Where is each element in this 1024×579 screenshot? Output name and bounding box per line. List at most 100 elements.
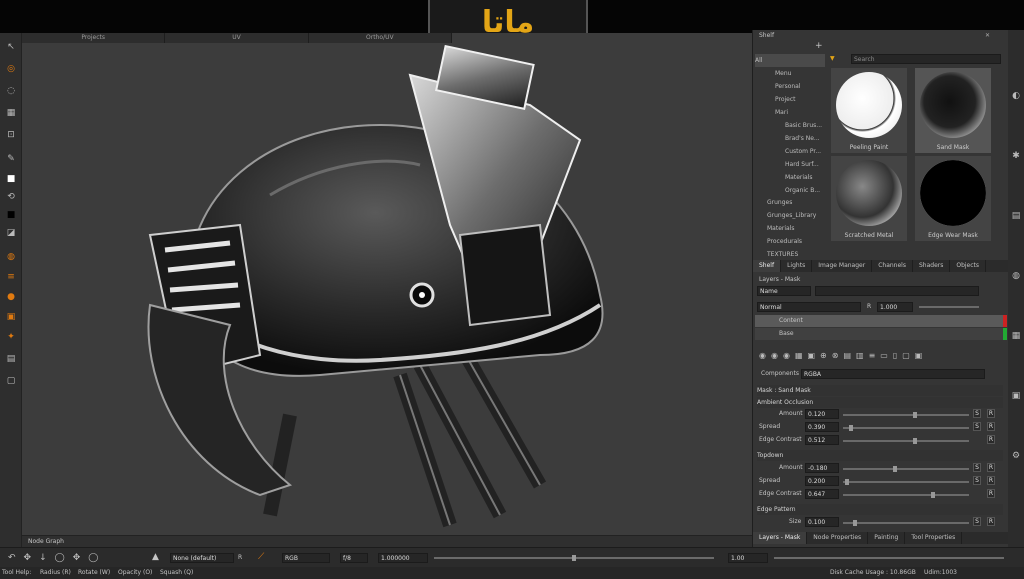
shader-side-icon[interactable]: ◍: [1010, 270, 1022, 282]
white-swatch-icon[interactable]: ■: [5, 173, 17, 185]
layer-name-filter[interactable]: Name: [757, 286, 811, 296]
contrast-icon[interactable]: ◪: [5, 227, 17, 239]
tree-item-materials[interactable]: Materials: [785, 171, 813, 184]
tree-item-basic-brushes[interactable]: Basic Brus...: [785, 119, 822, 132]
tab-painting[interactable]: Painting: [868, 532, 906, 544]
tree-item-brads[interactable]: Brad's Ne...: [785, 132, 820, 145]
thumb-sand-mask[interactable]: Sand Mask: [915, 68, 991, 153]
tab-projects[interactable]: Projects: [22, 33, 166, 43]
ep-size-field[interactable]: 0.100: [805, 517, 839, 527]
tab-lights[interactable]: Lights: [781, 260, 813, 272]
settings-side-icon[interactable]: ⚙: [1010, 450, 1022, 462]
select-icon[interactable]: ↖: [5, 41, 17, 53]
thumb-edge-wear-mask[interactable]: Edge Wear Mask: [915, 156, 991, 241]
td-spread-slider[interactable]: [843, 479, 969, 485]
orb-icon[interactable]: ●: [5, 291, 17, 303]
layer-opacity-field[interactable]: 1.000: [877, 302, 913, 312]
black-swatch-icon[interactable]: ■: [5, 209, 17, 221]
td-edge-r-button[interactable]: R: [987, 489, 995, 498]
node-graph-bar[interactable]: Node Graph: [22, 535, 752, 547]
td-amount-s-button[interactable]: S: [973, 463, 981, 472]
exposure-field[interactable]: 1.000000: [378, 553, 428, 563]
tab-node-properties[interactable]: Node Properties: [807, 532, 869, 544]
layers-side-icon[interactable]: ▤: [1010, 210, 1022, 222]
tree-item-grunges[interactable]: Grunges: [767, 196, 792, 209]
td-amount-field[interactable]: -0.180: [805, 463, 839, 473]
layer-row-content[interactable]: Content: [755, 315, 1007, 327]
td-spread-r-button[interactable]: R: [987, 476, 995, 485]
ao-edge-contrast-field[interactable]: 0.512: [805, 435, 839, 445]
image-side-icon[interactable]: ▣: [1010, 390, 1022, 402]
swap-icon[interactable]: ⟲: [5, 191, 17, 203]
add-shelf-icon[interactable]: +: [815, 40, 823, 52]
nav-tool-icons[interactable]: ↶✥↓◯✥◯: [8, 552, 106, 564]
tree-item-hard-surface[interactable]: Hard Surf...: [785, 158, 819, 171]
section-topdown[interactable]: Topdown: [757, 450, 1003, 461]
tab-ortho-uv[interactable]: Ortho/UV: [309, 33, 452, 43]
blend-mode-select[interactable]: Normal: [757, 302, 861, 312]
thumb-scratched-metal[interactable]: Scratched Metal: [831, 156, 907, 241]
tree-item-personal[interactable]: Personal: [775, 80, 801, 93]
tab-channels[interactable]: Channels: [872, 260, 913, 272]
tab-uv[interactable]: UV: [165, 33, 309, 43]
stamp-icon[interactable]: ▤: [5, 353, 17, 365]
tree-item-procedurals[interactable]: Procedurals: [767, 235, 802, 248]
td-spread-s-button[interactable]: S: [973, 476, 981, 485]
transform-icon[interactable]: ⊡: [5, 129, 17, 141]
components-select[interactable]: RGBA: [801, 369, 985, 379]
section-edge-pattern[interactable]: Edge Pattern: [757, 504, 1003, 515]
shelf-search-input[interactable]: Search: [851, 54, 1001, 64]
tab-image-manager[interactable]: Image Manager: [812, 260, 873, 272]
tree-item-mari[interactable]: Mari: [775, 106, 788, 119]
opacity-slider[interactable]: [919, 306, 979, 308]
eyedropper-icon[interactable]: ✎: [5, 153, 17, 165]
thumb-peeling-paint[interactable]: Peeling Paint: [831, 68, 907, 153]
tree-item-project[interactable]: Project: [775, 93, 796, 106]
ao-amount-s-button[interactable]: S: [973, 409, 981, 418]
ao-spread-slider[interactable]: [843, 425, 969, 431]
lasso-icon[interactable]: ◌: [5, 85, 17, 97]
bulb-icon[interactable]: ✱: [1010, 150, 1022, 162]
tab-shelf[interactable]: Shelf: [753, 260, 782, 272]
td-edge-contrast-slider[interactable]: [843, 492, 969, 498]
color-pick-icon[interactable]: ⟋: [258, 551, 264, 563]
ep-size-slider[interactable]: [843, 520, 969, 526]
layers-icon[interactable]: ≡: [5, 271, 17, 283]
tab-objects[interactable]: Objects: [950, 260, 987, 272]
td-edge-contrast-field[interactable]: 0.647: [805, 489, 839, 499]
grid-side-icon[interactable]: ▦: [1010, 330, 1022, 342]
td-spread-field[interactable]: 0.200: [805, 476, 839, 486]
helmet-model[interactable]: [120, 45, 620, 535]
sparkle-icon[interactable]: ✦: [5, 331, 17, 343]
fill-icon[interactable]: ◍: [5, 251, 17, 263]
mask-icon[interactable]: ▣: [5, 311, 17, 323]
layer-row-base[interactable]: Base: [755, 328, 1007, 340]
paint-brush-icon[interactable]: ◎: [5, 63, 17, 75]
tab-layers-mask[interactable]: Layers - Mask: [753, 532, 808, 544]
frame-icon[interactable]: ▢: [5, 375, 17, 387]
ao-spread-r-button[interactable]: R: [987, 422, 995, 431]
grid-icon[interactable]: ▦: [5, 107, 17, 119]
td-amount-slider[interactable]: [843, 466, 969, 472]
ep-size-s-button[interactable]: S: [973, 517, 981, 526]
layer-filter-input[interactable]: [815, 286, 979, 296]
preset-select[interactable]: None (default): [170, 553, 234, 563]
layer-toolbar-icons[interactable]: ◉◉◉▦▣⊕⊗▤▥≡▭▯▢▣: [759, 350, 927, 362]
ao-amount-slider[interactable]: [843, 412, 969, 418]
panel-close-icon[interactable]: ✕: [985, 30, 990, 42]
ao-spread-s-button[interactable]: S: [973, 422, 981, 431]
ao-edge-contrast-slider[interactable]: [843, 438, 969, 444]
ao-amount-field[interactable]: 0.120: [805, 409, 839, 419]
gamma-field[interactable]: 1.00: [728, 553, 768, 563]
filter-icon[interactable]: ▼: [830, 53, 835, 65]
tree-item-all[interactable]: All: [755, 54, 825, 67]
gamma-slider[interactable]: [774, 557, 1004, 559]
tab-tool-properties[interactable]: Tool Properties: [905, 532, 963, 544]
td-amount-r-button[interactable]: R: [987, 463, 995, 472]
channel-mode-select[interactable]: RGB: [282, 553, 330, 563]
ep-size-r-button[interactable]: R: [987, 517, 995, 526]
palette-icon[interactable]: ◐: [1010, 90, 1022, 102]
brush-preset-icon[interactable]: ▲: [152, 551, 159, 563]
ao-spread-field[interactable]: 0.390: [805, 422, 839, 432]
tree-item-custom[interactable]: Custom Pr...: [785, 145, 821, 158]
